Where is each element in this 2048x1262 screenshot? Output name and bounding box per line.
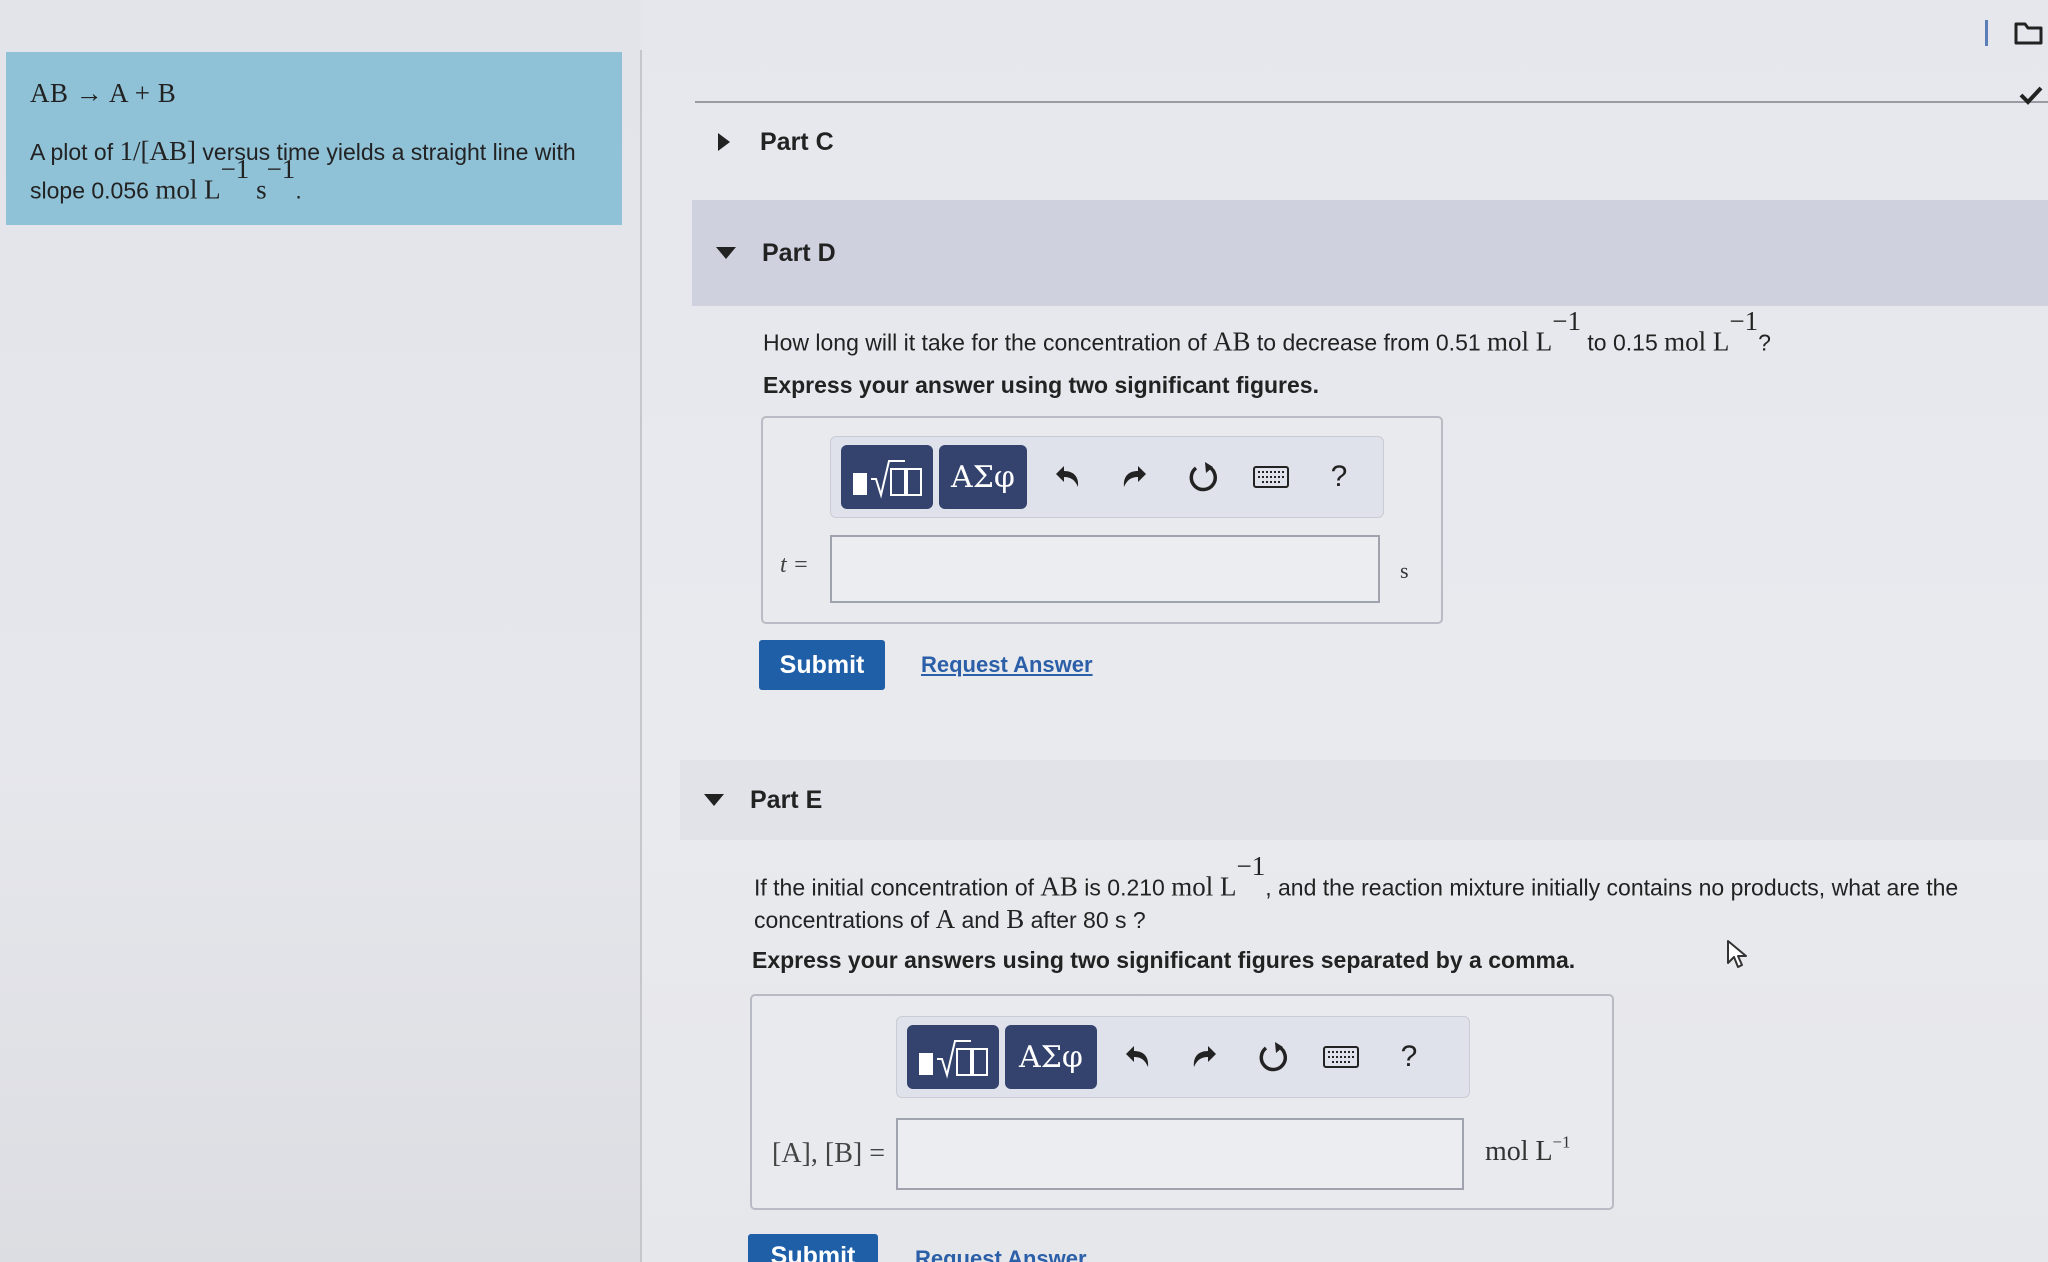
part-d-request-answer-link[interactable]: Request Answer [921, 652, 1093, 678]
part-d-answer-input[interactable] [830, 535, 1380, 603]
keyboard-icon [1323, 1046, 1359, 1068]
keyboard-icon [1253, 466, 1289, 488]
part-e-math-toolbar: ΑΣφ ? [896, 1016, 1470, 1098]
reset-button[interactable] [1169, 445, 1237, 509]
part-c-label: Part C [760, 127, 834, 156]
part-d-math-toolbar: ΑΣφ ? [830, 436, 1384, 518]
part-d-question: How long will it take for the concentrat… [763, 306, 1771, 357]
symbols-button[interactable]: ΑΣφ [939, 445, 1027, 509]
header-rule [695, 101, 2048, 103]
redo-icon [1193, 1046, 1216, 1067]
collapsed-arrow-icon [718, 133, 730, 151]
part-e-header[interactable]: Part E [680, 760, 2048, 840]
redo-button[interactable] [1171, 1025, 1239, 1089]
part-e-answer-input[interactable] [896, 1118, 1464, 1190]
undo-icon [1126, 1046, 1149, 1067]
part-e-instruction: Express your answers using two significa… [752, 947, 1576, 973]
undo-icon [1056, 466, 1079, 487]
keyboard-button[interactable] [1307, 1025, 1375, 1089]
problem-sidebar: AB → A + B A plot of 1/[AB] versus time … [0, 0, 640, 1262]
problem-info-box: AB → A + B A plot of 1/[AB] versus time … [6, 52, 622, 225]
undo-button[interactable] [1103, 1025, 1171, 1089]
reset-icon [1189, 462, 1217, 492]
templates-icon [919, 1040, 988, 1079]
reset-icon [1259, 1042, 1287, 1072]
folder-icon[interactable] [2014, 20, 2044, 46]
redo-button[interactable] [1101, 445, 1169, 509]
part-d-header[interactable]: Part D [692, 200, 2048, 306]
part-c-header[interactable]: Part C [712, 124, 834, 160]
redo-icon [1123, 466, 1146, 487]
expanded-arrow-icon [704, 794, 724, 806]
part-d-instruction: Express your answer using two significan… [763, 372, 1319, 398]
variable-t-label: t = [780, 552, 809, 578]
text-cursor-indicator [1985, 20, 1988, 46]
templates-button[interactable] [907, 1025, 999, 1089]
part-e-label: Part E [750, 785, 823, 814]
inverse-concentration-expr: 1/[AB] [119, 136, 197, 166]
mouse-pointer-icon [1727, 940, 1747, 968]
check-icon [2019, 86, 2043, 105]
symbols-button[interactable]: ΑΣφ [1005, 1025, 1097, 1089]
expanded-arrow-icon [716, 247, 736, 259]
reaction-equation: AB → A + B [30, 78, 177, 108]
part-e-unit: mol L−1 [1485, 1132, 1571, 1167]
keyboard-button[interactable] [1237, 445, 1305, 509]
part-d-label: Part D [762, 238, 836, 267]
templates-icon [853, 460, 922, 499]
part-e-submit-button[interactable]: Submit [748, 1234, 878, 1262]
help-button[interactable]: ? [1375, 1025, 1443, 1089]
templates-button[interactable] [841, 445, 933, 509]
part-e-question: If the initial concentration of AB is 0.… [754, 851, 1959, 935]
part-e-request-answer-link[interactable]: Request Answer [915, 1246, 1087, 1262]
part-d-submit-button[interactable]: Submit [759, 640, 885, 690]
reset-button[interactable] [1239, 1025, 1307, 1089]
problem-statement: A plot of 1/[AB] versus time yields a st… [30, 136, 576, 205]
variable-a-b-label: [A], [B] = [772, 1138, 885, 1169]
help-button[interactable]: ? [1305, 445, 1373, 509]
part-d-unit: s [1400, 558, 1409, 583]
undo-button[interactable] [1033, 445, 1101, 509]
